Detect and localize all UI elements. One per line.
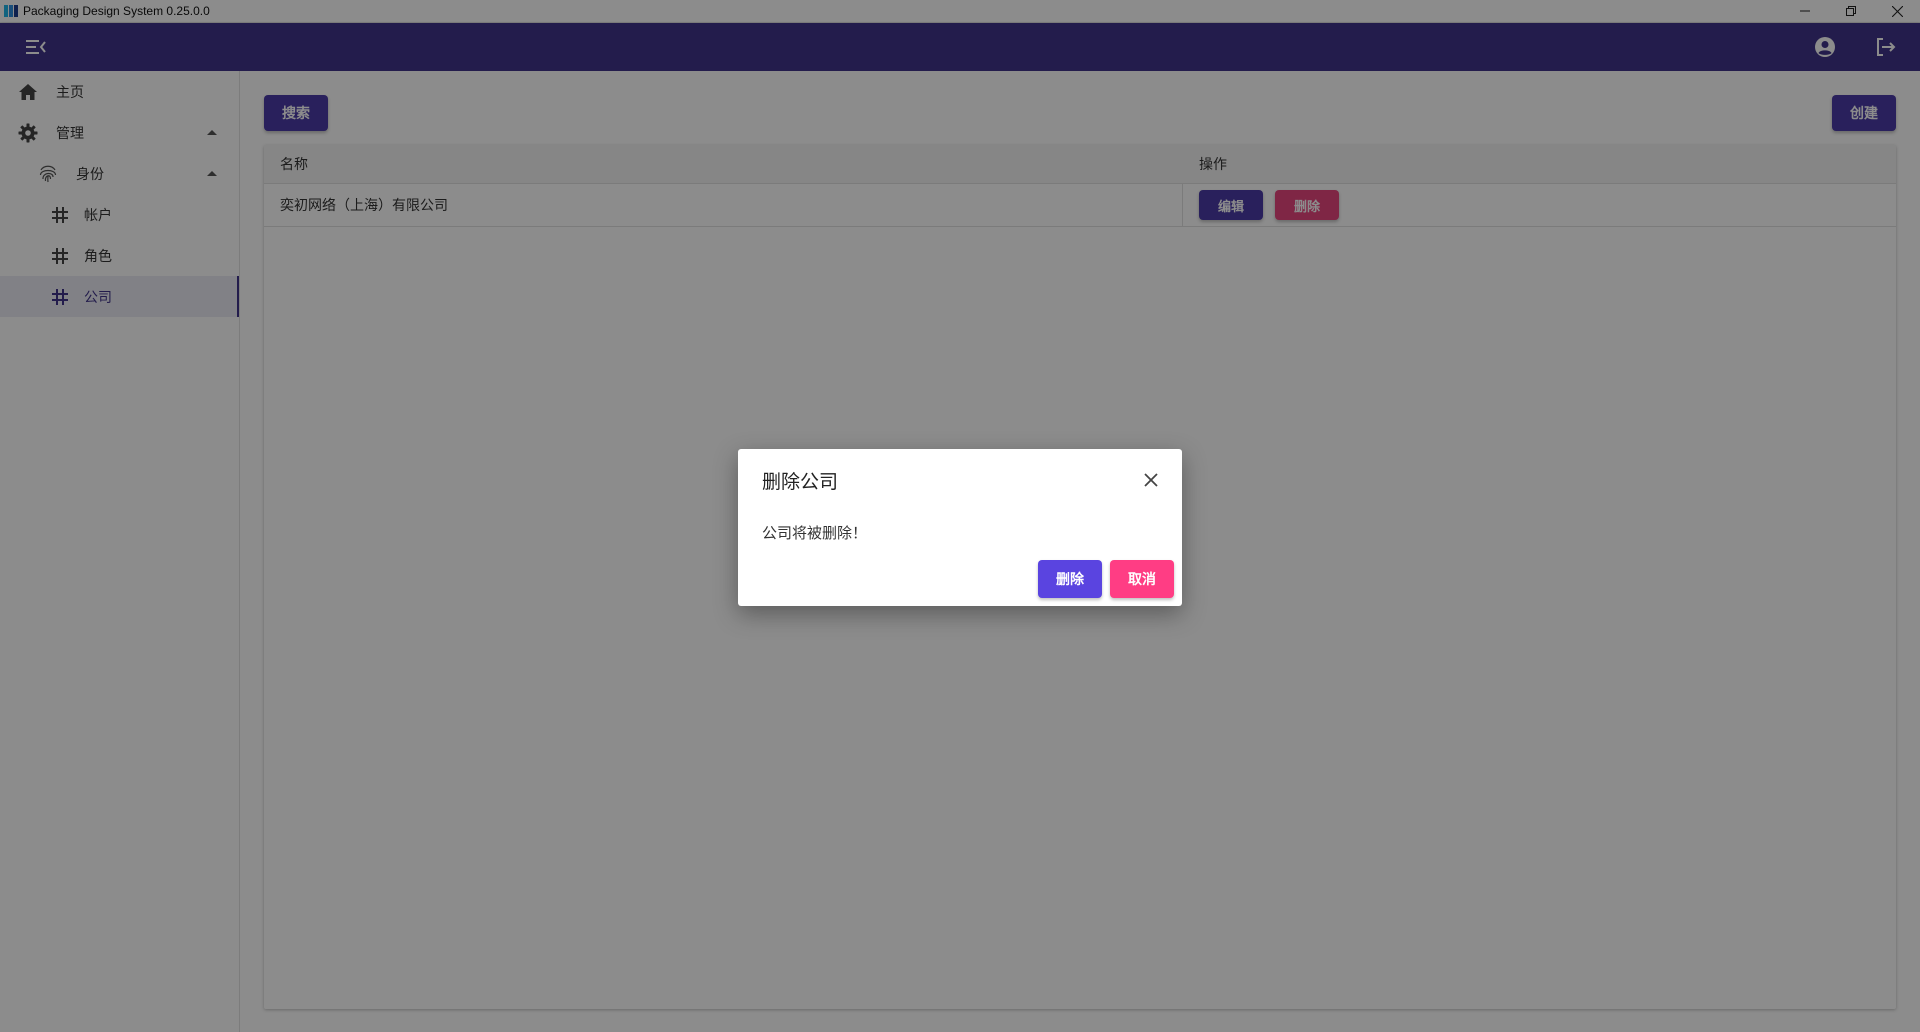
cancel-button[interactable]: 取消 [1110,560,1174,598]
confirm-delete-button[interactable]: 删除 [1038,560,1102,598]
dialog-title: 删除公司 [762,471,839,493]
dialog-close-button[interactable] [1142,471,1160,489]
dialog-actions: 删除 取消 [1030,560,1174,598]
dialog-message: 公司将被删除！ [762,524,868,542]
close-icon [1144,473,1158,487]
delete-company-dialog: 删除公司 公司将被删除！ 删除 取消 [738,449,1182,606]
